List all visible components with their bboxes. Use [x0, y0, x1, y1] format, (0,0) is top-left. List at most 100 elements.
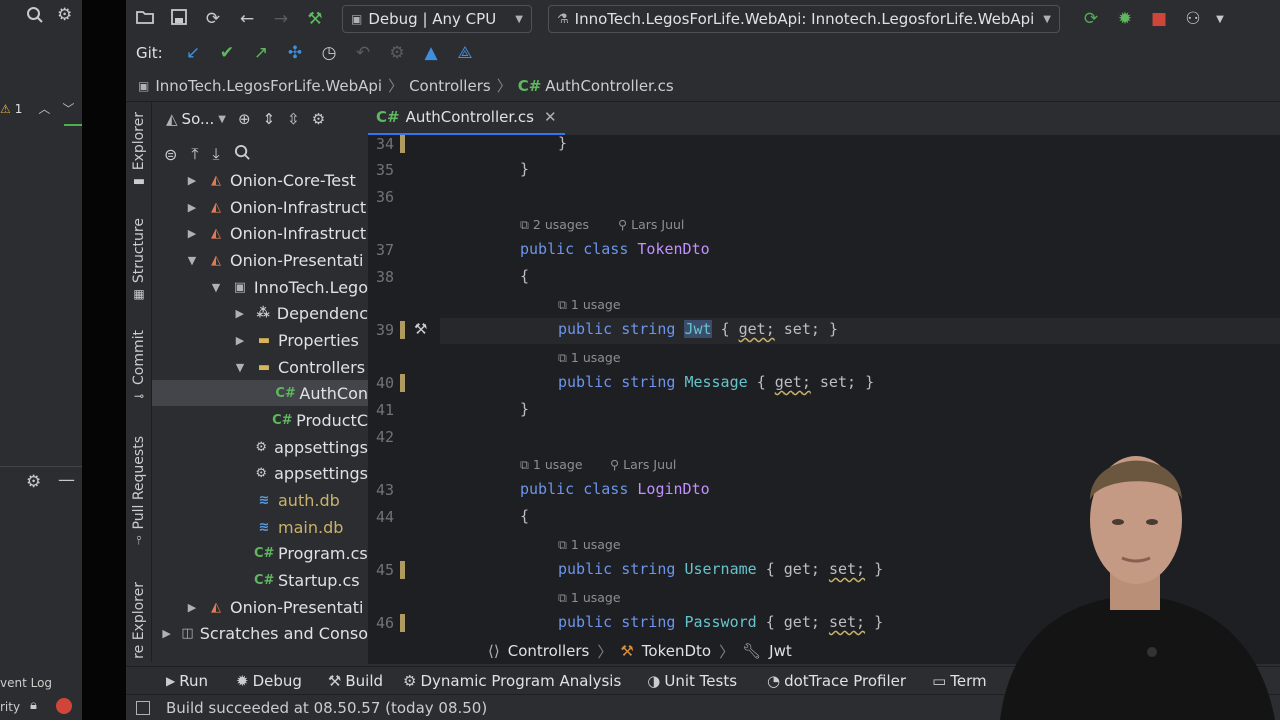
git-update-icon[interactable]: ↙	[176, 43, 210, 63]
code-line[interactable]: }	[520, 400, 529, 418]
terminal-tool-button[interactable]: ▭ Term	[932, 672, 987, 690]
save-icon[interactable]	[162, 8, 196, 30]
tab-pull-requests[interactable]: Pull Requests ⫯	[126, 436, 152, 548]
tree-item[interactable]: ⚙ appsettings	[152, 460, 368, 486]
breadcrumb-project[interactable]: InnoTech.LegosForLife.WebApi	[155, 77, 382, 95]
author-code-vision[interactable]: ⚲ Lars Juul	[618, 217, 684, 232]
project-config-select[interactable]: ⚗ InnoTech.LegosForLife.WebApi: Innotech…	[548, 5, 1060, 33]
chevron-right-icon[interactable]: ▶	[232, 307, 247, 320]
chevron-right-icon[interactable]: ▶	[184, 201, 200, 214]
show-files-icon[interactable]: ⊜	[164, 145, 177, 164]
git-commit-icon[interactable]: ✔	[210, 43, 244, 63]
gear-icon[interactable]: ⚙	[57, 5, 72, 25]
explorer-view-select[interactable]: ◭ So... ▼	[166, 110, 226, 128]
code-line[interactable]: {	[520, 267, 529, 285]
chevron-down-icon[interactable]: ▼	[1210, 14, 1230, 25]
git-merge-icon[interactable]: ✣	[278, 43, 312, 63]
chevron-down-icon[interactable]: ▼	[208, 281, 224, 294]
error-icon[interactable]	[56, 698, 72, 714]
options-gear-icon[interactable]: ⚙	[312, 110, 325, 128]
code-line[interactable]: public string Message { get; set; }	[558, 373, 874, 391]
minimize-icon[interactable]: —	[58, 470, 75, 490]
tab-explorer[interactable]: Explorer ▬	[126, 112, 152, 189]
breadcrumb-file[interactable]: AuthController.cs	[545, 77, 673, 95]
chevron-down-icon[interactable]: ﹀	[62, 100, 74, 117]
code-line[interactable]: public class LoginDto	[520, 480, 710, 498]
change-marker[interactable]	[400, 321, 405, 339]
change-marker[interactable]	[400, 561, 405, 579]
search-icon[interactable]	[26, 6, 44, 29]
run-tool-button[interactable]: ▶ Run	[166, 672, 208, 690]
sort-down-icon[interactable]: ⤓	[212, 144, 219, 164]
chevron-right-icon[interactable]: ▶	[184, 227, 200, 240]
hammer-icon[interactable]: ⚒	[414, 320, 427, 338]
usages-code-vision[interactable]: ⧉ 1 usage	[558, 297, 621, 313]
collapse-all-icon[interactable]: ⇳	[287, 110, 300, 128]
tree-item[interactable]: ⚙ appsettings	[152, 434, 368, 460]
tree-item[interactable]: ≋ auth.db	[152, 487, 368, 513]
open-folder-icon[interactable]	[128, 9, 162, 29]
git-compare-icon[interactable]: ⟁	[448, 43, 482, 63]
change-marker[interactable]	[400, 374, 405, 392]
tree-item[interactable]: ▶ ◭ Onion-Infrastruct	[152, 194, 368, 220]
tab-structure[interactable]: Structure ▦	[126, 218, 152, 301]
tree-item[interactable]: ▶ ◭ Onion-Core-Test	[152, 167, 368, 193]
close-icon[interactable]: ✕	[544, 108, 557, 126]
code-line[interactable]: public string Jwt { get; set; }	[558, 320, 838, 338]
tree-item[interactable]: C# AuthCon	[152, 380, 368, 406]
code-line[interactable]: }	[558, 134, 567, 152]
chevron-right-icon[interactable]: ▶	[232, 334, 248, 347]
usages-code-vision[interactable]: ⧉ 1 usage	[558, 537, 621, 553]
crumb-folder[interactable]: Controllers	[508, 642, 590, 660]
run-config-select[interactable]: ▣ Debug | Any CPU ▼	[342, 5, 532, 33]
tree-item[interactable]: ▶ ▬ Properties	[152, 327, 368, 353]
git-history-icon[interactable]: ◷	[312, 43, 346, 63]
tree-item[interactable]: ▶ ◫ Scratches and Conso	[152, 620, 368, 646]
tree-item[interactable]: ≋ main.db	[152, 514, 368, 540]
tree-item[interactable]: ▶ ◭ Onion-Presentati	[152, 594, 368, 620]
sort-up-icon[interactable]: ⤒	[191, 144, 198, 164]
warning-indicator[interactable]: ⚠ 1 ︿ ﹀	[0, 100, 74, 117]
back-arrow-icon[interactable]: ←	[230, 9, 264, 29]
crumb-member[interactable]: Jwt	[769, 642, 792, 660]
build-tool-button[interactable]: ⚒ Build	[328, 672, 383, 690]
rerun-icon[interactable]: ⟳	[1074, 9, 1108, 29]
breadcrumb-folder[interactable]: Controllers	[409, 77, 491, 95]
tab-commit[interactable]: Commit ⊸	[126, 330, 152, 403]
forward-arrow-icon[interactable]: →	[264, 9, 298, 29]
code-line[interactable]: public string Username { get; set; }	[558, 560, 883, 578]
author-code-vision[interactable]: ⚲ Lars Juul	[610, 457, 676, 472]
tab-explorer-2[interactable]: re Explorer	[126, 582, 152, 659]
change-marker[interactable]	[400, 614, 405, 632]
event-log-label[interactable]: vent Log	[0, 676, 52, 690]
usages-code-vision[interactable]: ⧉ 1 usage	[558, 350, 621, 366]
git-push-icon[interactable]: ↗	[244, 43, 278, 63]
unit-tests-tool-button[interactable]: ◑ Unit Tests	[647, 672, 737, 690]
debug-tool-button[interactable]: ✹ Debug	[236, 672, 302, 690]
vcs-operations-icon[interactable]: ⚇	[1176, 9, 1210, 29]
chevron-down-icon[interactable]: ▼	[232, 361, 248, 374]
git-rollback-icon[interactable]: ↶	[346, 43, 380, 63]
tree-item[interactable]: ▼ ◭ Onion-Presentati	[152, 247, 368, 273]
locate-target-icon[interactable]: ⊕	[238, 110, 251, 128]
expand-all-icon[interactable]: ⇕	[263, 110, 276, 128]
tree-item[interactable]: C# ProductC	[152, 407, 368, 433]
debug-bug-icon[interactable]: ✹	[1108, 9, 1142, 29]
crumb-class[interactable]: TokenDto	[642, 642, 711, 660]
change-marker[interactable]	[400, 135, 405, 153]
chevron-right-icon[interactable]: ▶	[184, 174, 200, 187]
code-line[interactable]: {	[520, 507, 529, 525]
chevron-right-icon[interactable]: ▶	[160, 627, 173, 640]
build-hammer-icon[interactable]: ⚒	[298, 9, 332, 29]
chevron-down-icon[interactable]: ▼	[184, 254, 200, 267]
code-line[interactable]: public string Password { get; set; }	[558, 613, 883, 631]
tree-item[interactable]: ▼ ▣ InnoTech.Lego	[152, 274, 368, 300]
chevron-up-icon[interactable]: ︿	[38, 100, 50, 117]
dottrace-tool-button[interactable]: ◔ dotTrace Profiler	[767, 672, 906, 690]
settings-gear-icon[interactable]: ⚙	[26, 472, 41, 492]
git-stash-icon[interactable]: ⚙	[380, 43, 414, 63]
tree-item[interactable]: C# Program.cs	[152, 540, 368, 566]
search-icon[interactable]	[234, 144, 251, 165]
code-line[interactable]: }	[520, 160, 529, 178]
usages-code-vision[interactable]: ⧉ 2 usages	[520, 217, 589, 233]
